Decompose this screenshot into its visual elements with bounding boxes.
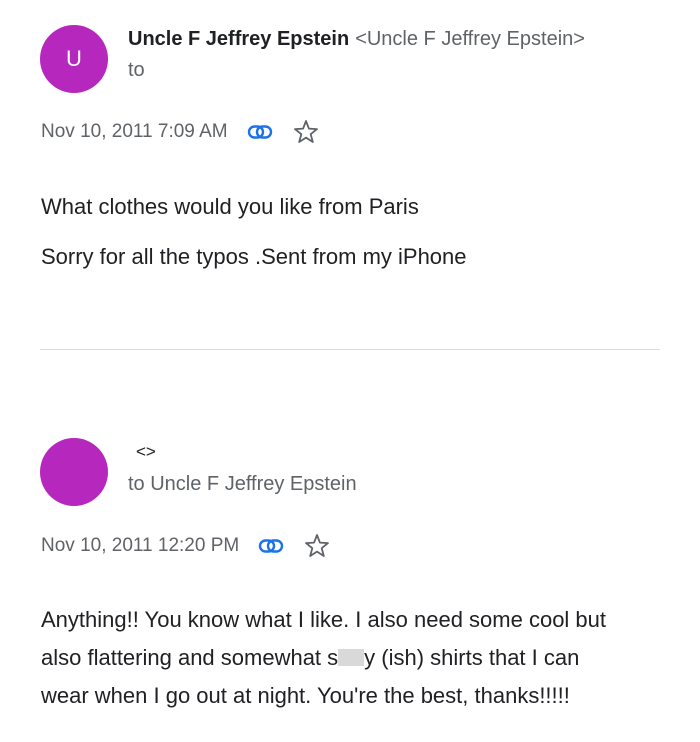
body-text-fragment: also flattering and somewhat s <box>41 645 339 670</box>
link-icon[interactable] <box>257 532 285 560</box>
sender-avatar[interactable]: U <box>40 25 108 93</box>
sender-email: <Uncle F Jeffrey Epstein> <box>355 28 585 50</box>
message-body-line: Sorry for all the typos .Sent from my iP… <box>41 244 467 269</box>
recipient-line[interactable]: to <box>128 59 145 82</box>
sender-avatar[interactable] <box>40 438 108 506</box>
message-divider <box>40 349 660 350</box>
star-outline-icon[interactable] <box>303 532 331 560</box>
message-date: Nov 10, 2011 12:20 PM <box>41 535 240 556</box>
message-meta: Nov 10, 2011 12:20 PM <box>41 532 331 560</box>
message-meta: Nov 10, 2011 7:09 AM <box>41 118 320 146</box>
message-body-line: wear when I go out at night. You're the … <box>41 683 570 708</box>
message-date: Nov 10, 2011 7:09 AM <box>41 121 228 142</box>
message-body-line: Anything!! You know what I like. I also … <box>41 607 607 632</box>
message-body-line: also flattering and somewhat s y (ish) sh… <box>41 645 579 671</box>
message-body-line: What clothes would you like from Paris <box>41 194 419 219</box>
recipient-line[interactable]: to Uncle F Jeffrey Epstein <box>128 473 357 496</box>
body-text-fragment: y (ish) shirts that I can <box>364 645 580 670</box>
sender-email: <> <box>136 442 156 461</box>
sender-line: Uncle F Jeffrey Epstein <Uncle F Jeffrey … <box>128 28 585 51</box>
sender-line: <> <box>136 442 156 462</box>
star-outline-icon[interactable] <box>292 118 320 146</box>
avatar-letter: U <box>66 46 82 71</box>
redaction-block <box>338 649 365 666</box>
link-icon[interactable] <box>246 118 274 146</box>
sender-name[interactable]: Uncle F Jeffrey Epstein <box>128 28 349 50</box>
